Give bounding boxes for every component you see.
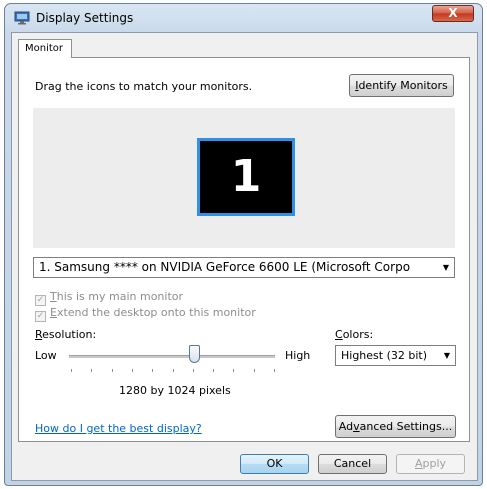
resolution-value: 1280 by 1024 pixels [119,384,231,397]
apply-accel: A [414,457,423,470]
slider-tick [71,369,72,372]
slider-tick [233,369,235,372]
best-display-help-link[interactable]: How do I get the best display? [35,422,202,435]
extend-desktop-checkbox-row: ✓ Extend the desktop onto this monitor [35,306,256,322]
main-monitor-label: his is my main monitor [56,290,184,303]
advanced-label-pre: Ad [338,420,354,433]
resolution-slider-ticks [71,369,275,373]
identify-label: dentify Monitors [358,79,448,92]
slider-tick [172,369,174,372]
extend-desktop-checkbox[interactable]: ✓ [35,311,46,322]
close-button[interactable]: X [432,5,474,22]
monitor-1-icon[interactable]: 1 [197,138,295,216]
title-bar[interactable]: Display Settings X [5,4,482,32]
drag-instruction: Drag the icons to match your monitors. [35,80,253,93]
display-settings-icon [14,11,30,25]
main-monitor-accel: T [50,290,57,303]
main-monitor-checkbox[interactable]: ✓ [35,295,46,306]
colors-accel: C [335,328,343,341]
main-monitor-checkbox-row: ✓ This is my main monitor [35,290,183,306]
advanced-label-rest: anced Settings... [359,420,453,433]
slider-tick [91,369,93,372]
slider-tick [152,369,154,372]
slider-tick [274,369,275,372]
monitor-select-value: 1. Samsung **** on NVIDIA GeForce 6600 L… [39,260,411,274]
identify-monitors-button[interactable]: Identify Monitors [349,74,454,97]
resolution-low-label: Low [35,349,57,362]
cancel-button[interactable]: Cancel [318,454,387,474]
ok-button[interactable]: OK [240,454,309,474]
resolution-high-label: High [285,349,311,362]
slider-tick [253,369,255,372]
resolution-slider-thumb[interactable] [189,345,201,363]
monitor-tab-panel: Drag the icons to match your monitors. I… [18,57,470,442]
close-icon: X [448,6,458,20]
dropdown-arrow-icon: ▼ [442,263,449,272]
slider-tick [213,369,215,372]
resolution-slider-track[interactable] [69,355,275,358]
resolution-label: Resolution: [35,328,96,341]
apply-button[interactable]: Apply [396,454,465,474]
tab-monitor[interactable]: Monitor [18,39,72,58]
window-title: Display Settings [36,11,134,25]
colors-select[interactable]: Highest (32 bit) ▼ [335,345,456,366]
apply-label: pply [422,457,447,470]
advanced-settings-button[interactable]: Advanced Settings... [335,415,456,438]
slider-tick [192,369,194,372]
display-settings-window: Display Settings X Monitor Drag the icon… [4,3,483,486]
slider-tick [111,369,113,372]
slider-tick [131,369,133,372]
extend-desktop-accel: E [50,306,57,319]
resolution-label-text: esolution: [42,328,97,341]
monitor-arrangement-area: 1 [33,108,455,248]
colors-select-value: Highest (32 bit) [341,349,428,362]
extend-desktop-label: xtend the desktop onto this monitor [56,306,256,319]
dropdown-arrow-icon: ▼ [443,351,450,360]
colors-label-text: olors: [342,328,374,341]
colors-label: Colors: [335,328,373,341]
dialog-client-area: Monitor Drag the icons to match your mon… [11,32,478,481]
monitor-select[interactable]: 1. Samsung **** on NVIDIA GeForce 6600 L… [33,257,455,278]
